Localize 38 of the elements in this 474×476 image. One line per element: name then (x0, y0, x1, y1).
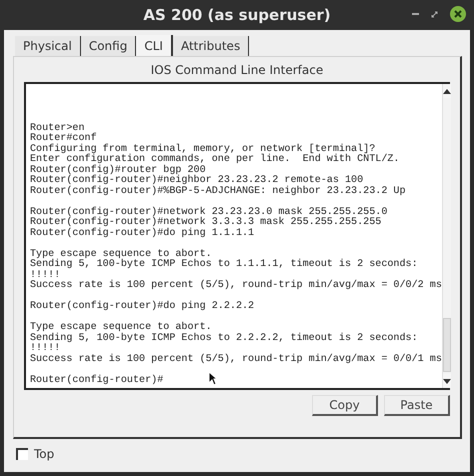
tab[interactable]: Attributes (172, 36, 250, 56)
terminal-line: !!!!! (30, 270, 60, 280)
terminal-line: Router(config-router)#do ping 1.1.1.1 (30, 228, 254, 239)
action-button[interactable]: Paste (384, 395, 450, 416)
terminal-line: Router(config)#router bgp 200 (30, 166, 206, 176)
terminal-line: Sending 5, 100-byte ICMP Echos to 1.1.1.1, timeout is 2 seconds: (30, 260, 418, 270)
close-icon[interactable] (450, 6, 466, 22)
terminal-line: !!!!! (30, 344, 60, 354)
tab[interactable]: Physical (15, 36, 81, 56)
scrollbar-thumb[interactable] (442, 318, 451, 372)
terminal-output[interactable] (24, 82, 450, 390)
terminal-line: Success rate is 100 percent (5/5), round-trip min/avg/max = 0/0/1 ms (30, 354, 442, 365)
mouse-pointer-icon (208, 371, 218, 386)
terminal-line: Enter configuration commands, one per line. End with CNTL/Z. (30, 155, 400, 165)
terminal-line: Success rate is 100 percent (5/5), round-trip min/avg/max = 0/0/2 ms (30, 281, 442, 292)
terminal-line: Sending 5, 100-byte ICMP Echos to 2.2.2.2, timeout is 2 seconds: (30, 334, 418, 344)
terminal-line: Type escape sequence to abort. (30, 323, 212, 333)
tab[interactable]: CLI (136, 35, 173, 56)
terminal-line: Router>en (30, 124, 85, 134)
scroll-down-icon[interactable] (442, 378, 451, 384)
checkbox[interactable] (16, 448, 28, 460)
action-button[interactable]: Copy (312, 395, 378, 416)
terminal-line: Type escape sequence to abort. (30, 250, 212, 260)
terminal-line: Router(config-router)#network 3.3.3.3 mask 255.255.255.255 (30, 218, 382, 228)
terminal-line: Router(config-router)#%BGP-5-ADJCHANGE: neighbor 23.23.23.2 Up (30, 186, 406, 197)
panel-heading: IOS Command Line Interface (150, 63, 324, 77)
terminal-line: Router(config-router)#neighbor 23.23.23.2 remote-as 100 (30, 176, 364, 186)
minimize-icon[interactable] (412, 12, 419, 16)
terminal-line: Configuring from terminal, memory, or network [terminal]? (30, 144, 376, 154)
checkbox-label: Top (34, 447, 54, 461)
tab[interactable]: Config (80, 36, 136, 56)
terminal-line: Router#conf (30, 134, 97, 144)
terminal-line: Router(config-router)#network 23.23.23.0 mask 255.255.255.0 (30, 208, 388, 218)
maximize-icon[interactable] (431, 10, 438, 18)
terminal-line: Router(config-router)#do ping 2.2.2.2 (30, 302, 254, 312)
window-title: AS 200 (as superuser) (143, 6, 331, 24)
terminal-line: Router(config-router)# (30, 376, 164, 386)
scroll-up-icon[interactable] (442, 88, 451, 94)
